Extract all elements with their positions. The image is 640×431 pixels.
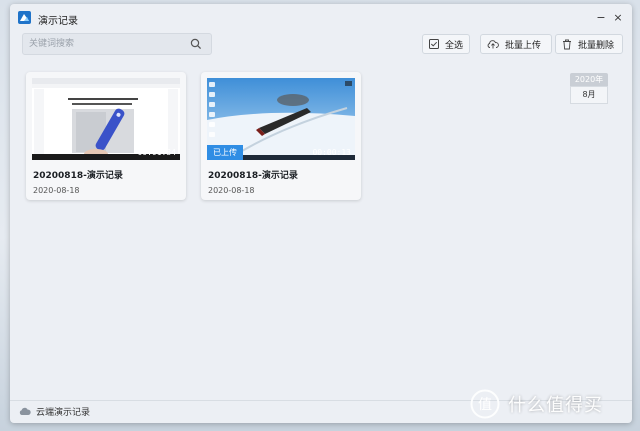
batch-upload-label: 批量上传: [505, 40, 542, 51]
cloud-recordings-link[interactable]: 云端演示记录: [36, 405, 90, 418]
window-title: 演示记录: [38, 16, 78, 27]
recording-thumbnail[interactable]: 00:01:34: [32, 78, 180, 160]
uploaded-badge: 已上传: [207, 145, 243, 160]
timeline-year: 2020年: [570, 73, 608, 86]
timeline-date-marker[interactable]: 2020年 8月: [570, 73, 608, 104]
batch-upload-button[interactable]: 批量上传: [480, 34, 552, 54]
search-icon[interactable]: [190, 38, 202, 50]
recording-title: 20200818-演示记录: [33, 171, 123, 181]
watermark-text: 什么值得买: [508, 395, 603, 416]
select-all-button[interactable]: 全选: [422, 34, 470, 54]
title-bar: 演示记录 − ×: [10, 4, 632, 32]
cloud-icon[interactable]: [19, 406, 31, 416]
batch-delete-button[interactable]: 批量删除: [555, 34, 623, 54]
app-logo-icon: [18, 11, 31, 24]
recording-date: 2020-08-18: [33, 186, 80, 195]
recording-title: 20200818-演示记录: [208, 171, 298, 181]
minimize-button[interactable]: −: [594, 11, 608, 25]
search-box[interactable]: [22, 33, 212, 55]
close-button[interactable]: ×: [611, 11, 625, 25]
watermark: 值 什么值得买: [470, 387, 603, 421]
watermark-logo-char: 值: [478, 397, 492, 413]
recording-card[interactable]: 00:01:34 20200818-演示记录 2020-08-18: [26, 72, 186, 200]
checkbox-icon: [429, 39, 439, 49]
select-all-label: 全选: [445, 40, 464, 51]
recording-date: 2020-08-18: [208, 186, 255, 195]
recording-card[interactable]: 已上传 00:00:13 20200818-演示记录 2020-08-18: [201, 72, 361, 200]
batch-delete-label: 批量删除: [578, 40, 615, 51]
watermark-logo-icon: 值: [470, 389, 500, 419]
trash-icon: [563, 39, 571, 49]
search-input[interactable]: [29, 37, 179, 51]
cloud-upload-icon: [487, 40, 499, 49]
app-window: 演示记录 − × 全选 批量上传 批量删除: [10, 4, 632, 423]
recording-duration: 00:00:13: [312, 148, 351, 157]
timeline-month: 8月: [570, 86, 608, 104]
recording-duration: 00:01:34: [137, 148, 176, 157]
recording-thumbnail[interactable]: 已上传 00:00:13: [207, 78, 355, 160]
